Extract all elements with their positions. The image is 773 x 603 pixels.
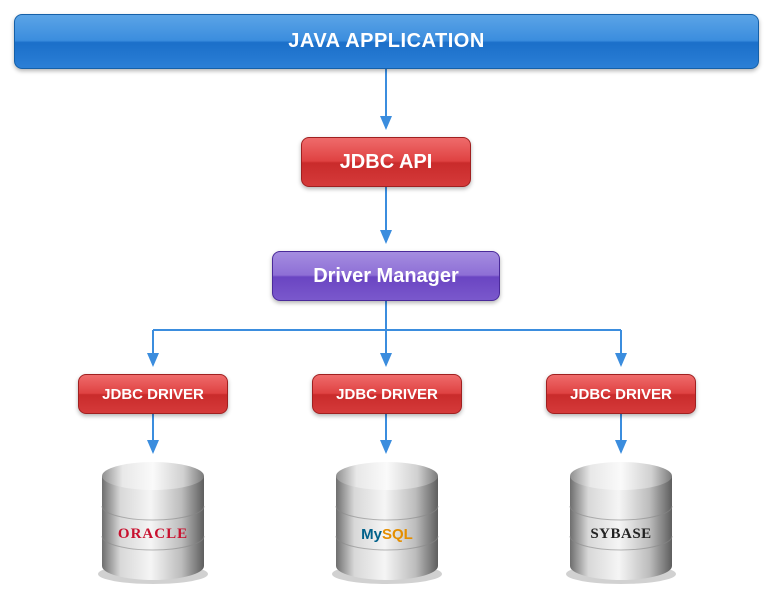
db-label-oracle: ORACLE [118, 526, 188, 543]
db-label-mysql: MySQL [361, 526, 413, 543]
java-application-node: JAVA APPLICATION [14, 14, 759, 69]
label: JDBC DRIVER [336, 386, 438, 403]
database-icon [546, 454, 696, 588]
label: JDBC API [340, 151, 433, 174]
db-label-sybase: SYBASE [590, 526, 651, 543]
jdbc-driver-node-3: JDBC DRIVER [546, 374, 696, 414]
jdbc-driver-node-2: JDBC DRIVER [312, 374, 462, 414]
database-sybase: SYBASE [546, 454, 696, 588]
label: JAVA APPLICATION [288, 30, 485, 53]
jdbc-api-node: JDBC API [301, 137, 471, 187]
driver-manager-node: Driver Manager [272, 251, 500, 301]
database-oracle: ORACLE [78, 454, 228, 588]
label: JDBC DRIVER [570, 386, 672, 403]
label: Driver Manager [313, 265, 459, 288]
jdbc-driver-node-1: JDBC DRIVER [78, 374, 228, 414]
database-icon [312, 454, 462, 588]
database-mysql: MySQL [312, 454, 462, 588]
label: JDBC DRIVER [102, 386, 204, 403]
database-icon [78, 454, 228, 588]
